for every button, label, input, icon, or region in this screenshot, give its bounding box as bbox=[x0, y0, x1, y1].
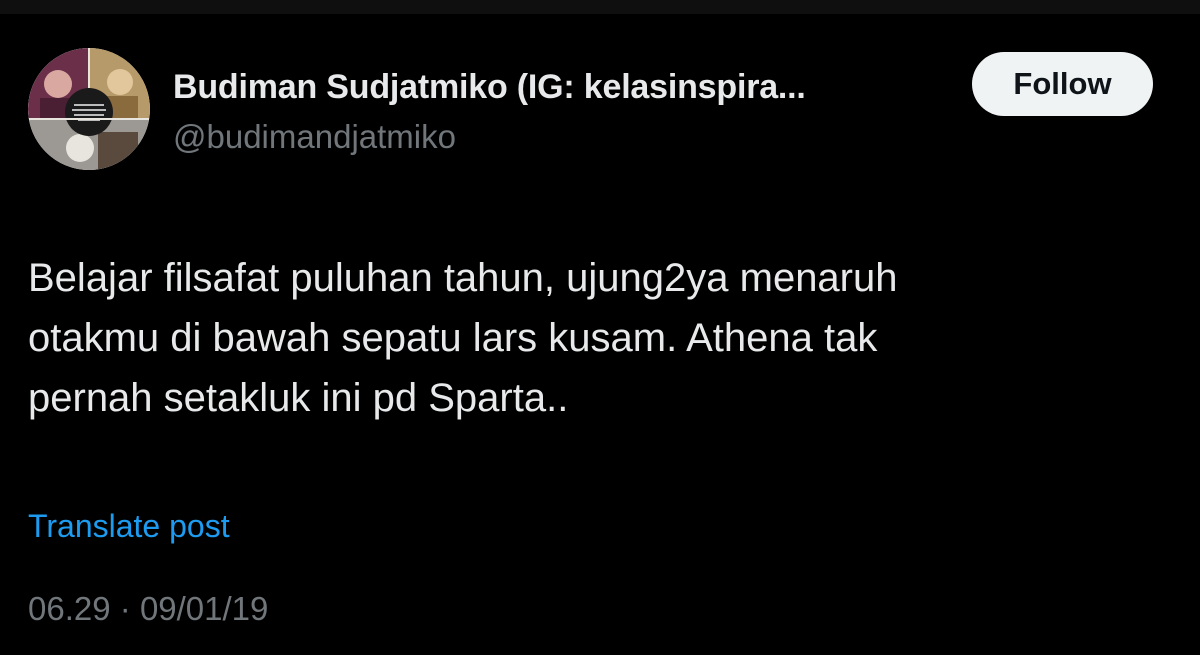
post-timestamp[interactable]: 06.29 · 09/01/19 bbox=[28, 590, 268, 628]
top-status-strip bbox=[0, 0, 1200, 14]
translate-post-link[interactable]: Translate post bbox=[28, 508, 230, 545]
author-display-name[interactable]: Budiman Sudjatmiko (IG: kelasinspira... bbox=[173, 68, 806, 107]
follow-button[interactable]: Follow bbox=[972, 52, 1153, 116]
post-text: Belajar filsafat puluhan tahun, ujung2ya… bbox=[28, 256, 898, 420]
collage-avatar-icon bbox=[28, 48, 150, 170]
post-date: 09/01/19 bbox=[139, 590, 269, 627]
meta-separator: · bbox=[119, 590, 131, 627]
avatar[interactable] bbox=[28, 48, 150, 170]
author-handle[interactable]: @budimandjatmiko bbox=[173, 118, 456, 156]
post-time: 06.29 bbox=[28, 590, 111, 627]
